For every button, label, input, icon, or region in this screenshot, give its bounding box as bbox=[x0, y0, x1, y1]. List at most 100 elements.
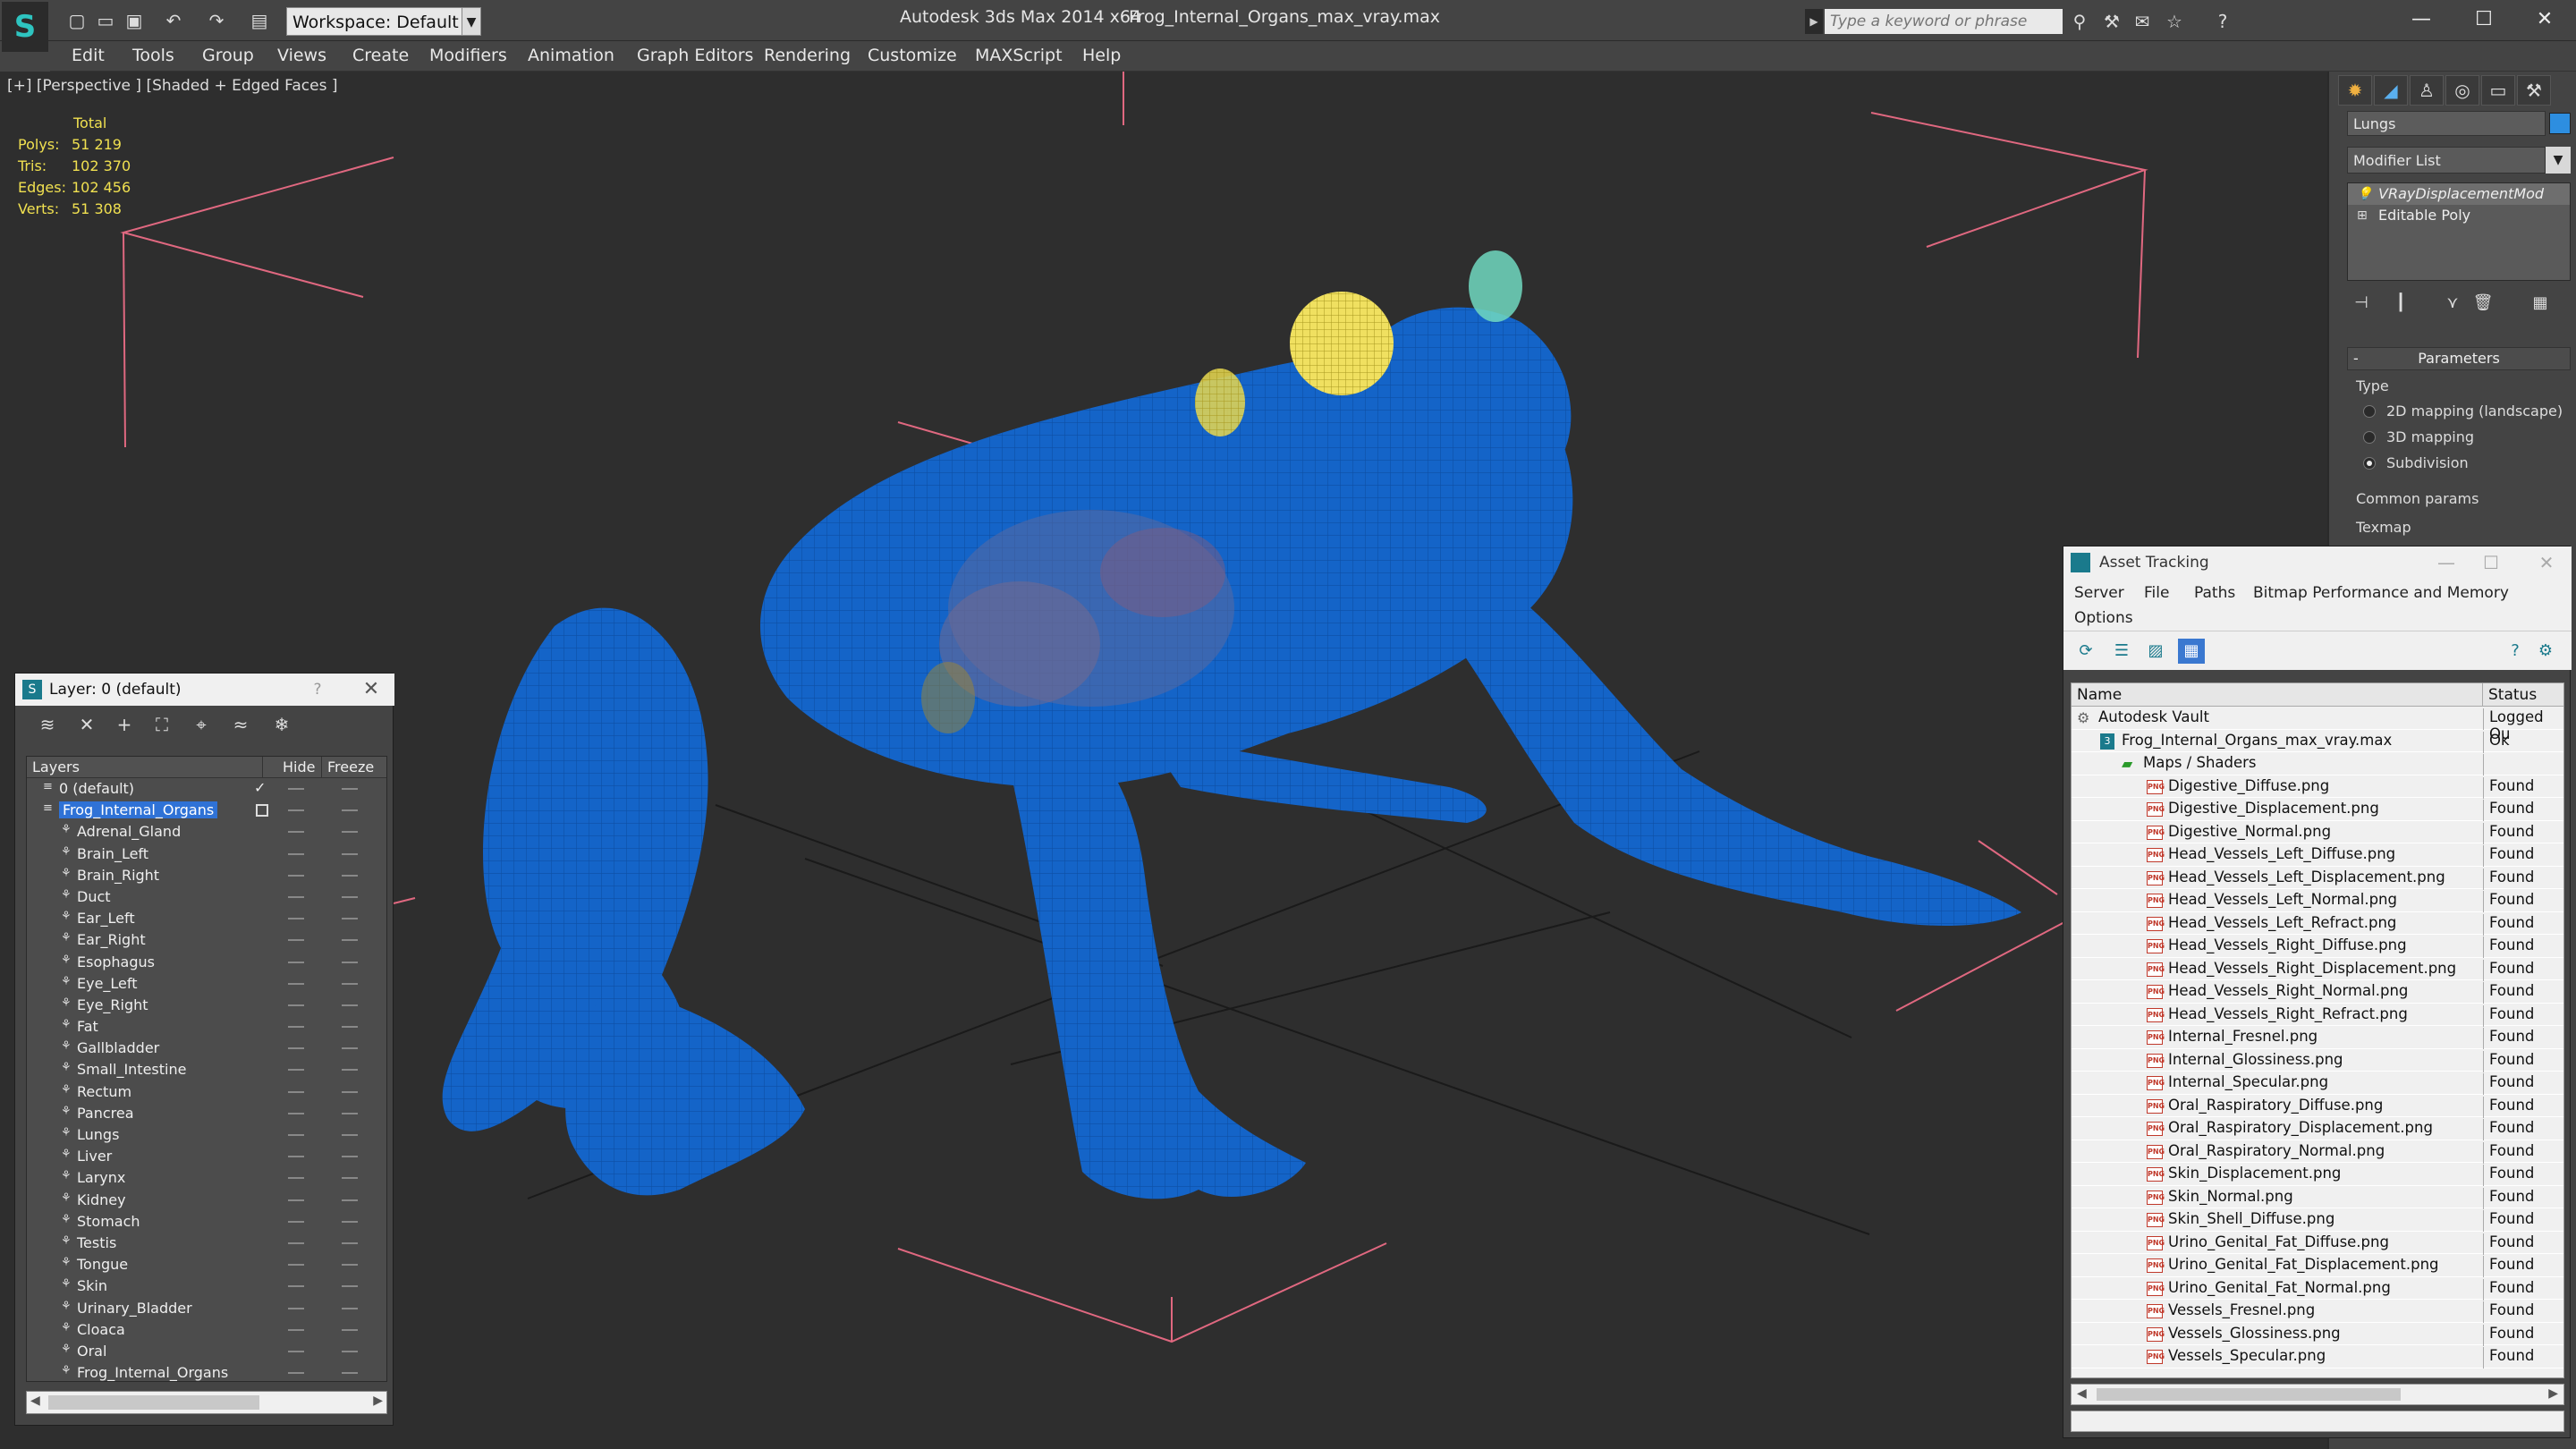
parameters-rollout-header[interactable]: - Parameters bbox=[2347, 347, 2571, 370]
asset-row[interactable]: PNG Head_Vessels_Right_Diffuse.png Found bbox=[2072, 935, 2563, 958]
layer-row[interactable]: ⚘ Rectum bbox=[27, 1081, 386, 1103]
menu-modifiers[interactable]: Modifiers bbox=[429, 46, 507, 65]
layer-name[interactable]: Pancrea bbox=[77, 1105, 134, 1122]
hide-toggle[interactable] bbox=[288, 895, 304, 898]
freeze-toggle[interactable] bbox=[342, 1372, 358, 1375]
hide-toggle[interactable] bbox=[288, 982, 304, 985]
scrollbar-thumb[interactable] bbox=[2097, 1388, 2401, 1401]
asset-row[interactable]: ⚙ Autodesk Vault Logged Ou bbox=[2072, 707, 2563, 742]
layer-name[interactable]: Ear_Right bbox=[77, 931, 146, 948]
hide-toggle[interactable] bbox=[288, 1350, 304, 1352]
layer-name[interactable]: Kidney bbox=[77, 1191, 126, 1208]
show-end-result-icon[interactable]: ┃ bbox=[2386, 290, 2415, 317]
menu-create[interactable]: Create bbox=[352, 46, 409, 65]
hide-toggle[interactable] bbox=[288, 1134, 304, 1136]
layer-name[interactable]: Rectum bbox=[77, 1083, 131, 1100]
set-current-icon[interactable] bbox=[256, 804, 268, 818]
menu-options[interactable]: Options bbox=[2074, 609, 2133, 627]
freeze-toggle[interactable] bbox=[342, 939, 358, 942]
layer-row[interactable]: ⚘ Brain_Right bbox=[27, 865, 386, 886]
freeze-toggle[interactable] bbox=[342, 1026, 358, 1029]
asset-row[interactable]: PNG Head_Vessels_Left_Diffuse.png Found bbox=[2072, 843, 2563, 867]
hide-toggle[interactable] bbox=[288, 1264, 304, 1267]
freeze-toggle[interactable] bbox=[342, 1199, 358, 1201]
asset-row[interactable]: PNG Digestive_Diffuse.png Found bbox=[2072, 775, 2563, 799]
layer-row[interactable]: ⚘ Skin bbox=[27, 1275, 386, 1297]
hide-toggle[interactable] bbox=[288, 1004, 304, 1006]
asset-row[interactable]: PNG Head_Vessels_Right_Refract.png Found bbox=[2072, 1004, 2563, 1027]
freeze-toggle[interactable] bbox=[342, 1220, 358, 1223]
modifier-list-dropdown[interactable]: Modifier List bbox=[2347, 147, 2546, 174]
freeze-toggle[interactable] bbox=[342, 1350, 358, 1352]
column-name[interactable]: Name bbox=[2072, 683, 2483, 707]
search-input[interactable] bbox=[1825, 9, 2063, 34]
stack-item-editable-poly[interactable]: ⊞ Editable Poly bbox=[2348, 205, 2570, 226]
freeze-toggle[interactable] bbox=[342, 1328, 358, 1331]
maximize-icon[interactable]: ☐ bbox=[2453, 4, 2515, 36]
layer-row[interactable]: ⚘ Pancrea bbox=[27, 1103, 386, 1124]
motion-tab-icon[interactable]: ◎ bbox=[2445, 75, 2479, 106]
viewport-label[interactable]: [+] [Perspective ] [Shaded + Edged Faces… bbox=[7, 77, 337, 95]
hide-all-icon[interactable]: ≈ bbox=[226, 711, 255, 738]
object-color-swatch[interactable] bbox=[2549, 113, 2571, 134]
hide-toggle[interactable] bbox=[288, 1199, 304, 1201]
asset-row[interactable]: ▰ Maps / Shaders bbox=[2072, 752, 2563, 775]
layer-row[interactable]: ⚘ Urinary_Bladder bbox=[27, 1298, 386, 1319]
help-icon[interactable]: ? bbox=[2502, 639, 2529, 664]
radio-subdivision[interactable] bbox=[2363, 457, 2376, 470]
layer-name[interactable]: Ear_Left bbox=[77, 910, 135, 927]
layer-name[interactable]: Frog_Internal_Organs bbox=[77, 1364, 228, 1381]
layer-row[interactable]: ≡ Frog_Internal_Organs bbox=[27, 800, 386, 821]
menu-animation[interactable]: Animation bbox=[528, 46, 614, 65]
display-tab-icon[interactable]: ▭ bbox=[2481, 75, 2515, 106]
menu-server[interactable]: Server bbox=[2074, 584, 2124, 602]
layer-name[interactable]: Adrenal_Gland bbox=[77, 823, 181, 840]
freeze-toggle[interactable] bbox=[342, 1156, 358, 1158]
layer-name[interactable]: Oral bbox=[77, 1343, 106, 1360]
create-layer-icon[interactable]: ≋ bbox=[33, 711, 62, 738]
asset-row[interactable]: PNG Internal_Specular.png Found bbox=[2072, 1072, 2563, 1095]
layer-name[interactable]: Eye_Right bbox=[77, 996, 148, 1013]
freeze-toggle[interactable] bbox=[342, 1134, 358, 1136]
scroll-left-icon[interactable]: ◀ bbox=[2077, 1386, 2087, 1401]
help-button[interactable]: ? bbox=[307, 674, 328, 706]
open-file-icon[interactable]: ▭ bbox=[93, 9, 118, 32]
asset-row[interactable]: PNG Skin_Displacement.png Found bbox=[2072, 1163, 2563, 1186]
list-view-icon[interactable]: ☰ bbox=[2108, 639, 2135, 664]
layer-row[interactable]: ⚘ Eye_Left bbox=[27, 973, 386, 995]
layer-name[interactable]: Fat bbox=[77, 1018, 98, 1035]
column-hide[interactable]: Hide bbox=[277, 757, 322, 778]
layer-row[interactable]: ⚘ Small_Intestine bbox=[27, 1059, 386, 1080]
hide-toggle[interactable] bbox=[288, 788, 304, 790]
maximize-icon[interactable]: ☐ bbox=[2473, 547, 2509, 579]
hide-toggle[interactable] bbox=[288, 918, 304, 920]
hide-toggle[interactable] bbox=[288, 1307, 304, 1309]
hide-toggle[interactable] bbox=[288, 1090, 304, 1093]
freeze-toggle[interactable] bbox=[342, 1264, 358, 1267]
new-file-icon[interactable]: ▢ bbox=[64, 9, 89, 32]
communication-icon[interactable]: ✉ bbox=[2129, 9, 2156, 34]
subscription-icon[interactable]: ⚒ bbox=[2098, 9, 2125, 34]
freeze-toggle[interactable] bbox=[342, 1241, 358, 1244]
scroll-right-icon[interactable]: ▶ bbox=[373, 1394, 383, 1408]
layer-row[interactable]: ⚘ Testis bbox=[27, 1233, 386, 1254]
layer-row[interactable]: ⚘ Cloaca bbox=[27, 1319, 386, 1341]
menu-group[interactable]: Group bbox=[202, 46, 254, 65]
freeze-toggle[interactable] bbox=[342, 1069, 358, 1072]
app-logo-icon[interactable]: S bbox=[2, 2, 48, 52]
select-objects-icon[interactable]: ⛶ bbox=[148, 711, 176, 738]
layer-name[interactable]: Liver bbox=[77, 1148, 112, 1165]
layer-name[interactable]: Small_Intestine bbox=[77, 1061, 186, 1078]
column-layers[interactable]: Layers bbox=[27, 757, 263, 778]
freeze-toggle[interactable] bbox=[342, 1285, 358, 1288]
expand-plus-icon[interactable]: ⊞ bbox=[2357, 205, 2368, 226]
menu-customize[interactable]: Customize bbox=[868, 46, 957, 65]
asset-row[interactable]: PNG Oral_Raspiratory_Displacement.png Foun… bbox=[2072, 1117, 2563, 1140]
layer-name[interactable]: Gallbladder bbox=[77, 1039, 159, 1056]
remove-modifier-icon[interactable]: 🗑 bbox=[2469, 290, 2497, 317]
asset-row[interactable]: PNG Skin_Shell_Diffuse.png Found bbox=[2072, 1208, 2563, 1232]
hide-toggle[interactable] bbox=[288, 1112, 304, 1114]
layer-row[interactable]: ⚘ Ear_Left bbox=[27, 908, 386, 929]
asset-row[interactable]: PNG Urino_Genital_Fat_Normal.png Found bbox=[2072, 1277, 2563, 1301]
asset-row[interactable]: PNG Oral_Raspiratory_Diffuse.png Found bbox=[2072, 1095, 2563, 1118]
